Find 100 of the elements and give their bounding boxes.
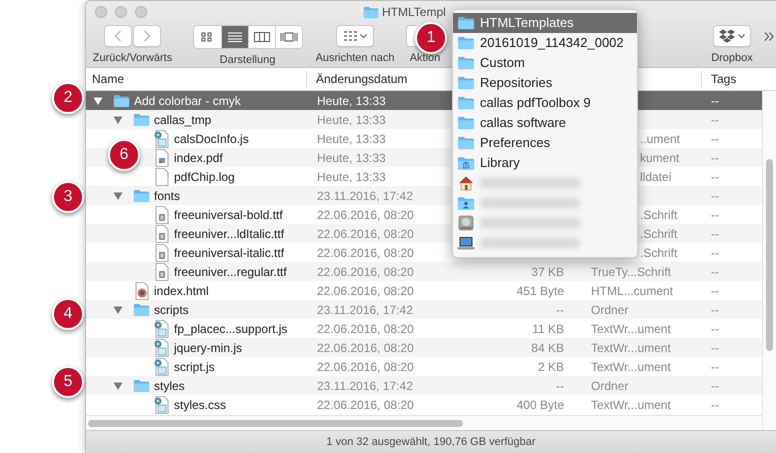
script-file-icon [152, 130, 170, 148]
font-file-icon [152, 244, 170, 262]
file-kind: kument [640, 150, 680, 166]
disclosure-triangle-icon[interactable] [113, 114, 123, 124]
callout-number: 4 [52, 298, 84, 330]
laptop-icon [457, 236, 475, 250]
file-name: script.js [174, 358, 215, 376]
status-text: 1 von 32 ausgewählt, 190,76 GB verfügbar [326, 434, 536, 450]
file-name: index.pdf [174, 150, 223, 166]
list-view-icon [228, 32, 242, 42]
scrollbar-thumb[interactable] [88, 420, 463, 426]
modified-date: Heute, 13:33 [316, 92, 387, 110]
dropbox-button[interactable] [713, 25, 751, 47]
tags-cell-text: -- [710, 188, 720, 204]
disclosure-triangle-icon[interactable] [113, 304, 123, 314]
file-row[interactable]: scripts 23.11.2016, 17:42 -- Ordner -- [86, 300, 762, 319]
disclosure-triangle-icon[interactable] [93, 96, 103, 106]
menu-item[interactable]: Repositories [453, 73, 637, 93]
folder-icon [132, 378, 150, 392]
toolbar-label: Aktion [410, 52, 440, 65]
arrange-button[interactable] [336, 25, 374, 47]
folder-icon [363, 6, 379, 18]
tags-cell-text: -- [710, 378, 720, 394]
zoom-window-button[interactable] [135, 6, 147, 18]
file-kind: ..ument [640, 130, 680, 148]
file-size: 84 KB [531, 340, 564, 356]
disclosure-triangle-icon[interactable] [113, 190, 123, 200]
modified-date: 22.06.2016, 08:20 [316, 358, 415, 376]
folder-icon [457, 96, 475, 110]
file-size: 451 Byte [516, 282, 564, 300]
modified-date: 23.11.2016, 17:42 [316, 378, 414, 394]
modified-date: 22.06.2016, 08:20 [316, 206, 415, 224]
scrollbar-thumb[interactable] [766, 159, 773, 351]
file-name: fonts [154, 188, 180, 204]
html-file-icon [132, 282, 150, 300]
file-name: freeuniversal-bold.ttf [174, 206, 283, 224]
minimize-window-button[interactable] [115, 6, 127, 18]
modified-date: 22.06.2016, 08:20 [316, 226, 415, 242]
script-file-icon [152, 358, 170, 376]
file-kind: .Schrift [640, 244, 678, 262]
folder-icon [457, 56, 475, 70]
modified-date: Heute, 13:33 [316, 150, 387, 166]
file-row[interactable]: styles 23.11.2016, 17:42 -- Ordner -- [86, 376, 762, 395]
modified-date: 22.06.2016, 08:20 [316, 264, 415, 280]
folder-icon [457, 76, 475, 90]
home-icon [457, 175, 475, 191]
folder-icon [457, 36, 475, 50]
file-kind: .Schrift [640, 226, 678, 242]
close-window-button[interactable] [95, 6, 107, 18]
tags-cell-text: -- [710, 358, 720, 376]
tags-cell-text: -- [710, 92, 720, 110]
action-button[interactable] [406, 25, 417, 47]
horizontal-scrollbar[interactable] [86, 415, 762, 430]
tags-cell-text: -- [710, 264, 720, 280]
window-title: HTMLTempl [382, 4, 446, 21]
chevron-left-icon [114, 30, 122, 42]
tags-cell-text: -- [710, 320, 720, 338]
toolbar-label: Zurück/Vorwärts [92, 52, 172, 65]
forward-button[interactable] [133, 25, 161, 47]
view-mode-tab[interactable] [274, 26, 302, 48]
file-size: -- [556, 302, 564, 318]
callout-number: 3 [52, 181, 84, 213]
tags-cell-text: -- [710, 244, 720, 262]
folder-icon [132, 112, 150, 126]
grid-icon [344, 31, 356, 41]
modified-date: Heute, 13:33 [316, 112, 387, 128]
file-row[interactable]: freeuniver...regular.ttf 22.06.2016, 08:20 37 KB TrueTy...Schrift -- [86, 262, 762, 281]
menu-item[interactable]: callas pdfToolbox 9 [453, 93, 637, 113]
tags-cell-text: -- [710, 130, 720, 148]
disclosure-triangle-icon[interactable] [113, 380, 123, 390]
tags-cell-text: -- [710, 340, 720, 356]
file-kind: TextWr...ument [591, 340, 671, 356]
font-file-icon [152, 206, 170, 224]
chevrons-right-icon[interactable] [764, 32, 774, 41]
file-name: Add colorbar - cmyk [134, 92, 241, 110]
toolbar-label: Ausrichten nach [316, 52, 394, 65]
pdf-file-icon [152, 148, 170, 166]
menu-item[interactable]: 20161019_114342_0002 [453, 33, 637, 53]
modified-date: 22.06.2016, 08:20 [316, 282, 415, 300]
file-kind: .Schrift [640, 206, 678, 224]
file-size: 11 KB [532, 320, 564, 338]
file-size: 37 KB [531, 264, 564, 280]
font-file-icon [152, 224, 170, 242]
folder-icon [457, 16, 475, 30]
tags-cell-text: -- [710, 150, 720, 166]
box-logo-icon [719, 29, 735, 43]
tags-cell-text: -- [710, 302, 720, 318]
file-kind: HTML...cument [591, 282, 674, 300]
view-mode-tab[interactable] [220, 26, 248, 48]
file-name: calsDocInfo.js [174, 130, 249, 148]
menu-item[interactable]: Custom [453, 53, 637, 73]
column-header[interactable]: Name [86, 71, 307, 87]
back-button[interactable] [104, 25, 132, 47]
column-header[interactable]: Tags [701, 71, 761, 87]
vertical-scrollbar[interactable] [762, 91, 776, 430]
script-file-icon [152, 338, 170, 356]
tags-cell-text: -- [710, 112, 720, 128]
modified-date: 22.06.2016, 08:20 [316, 320, 415, 338]
menu-item[interactable]: HTMLTemplates [453, 13, 637, 33]
file-row[interactable]: jquery-min.js 22.06.2016, 08:20 84 KB TextWr...ument -- [86, 338, 762, 357]
